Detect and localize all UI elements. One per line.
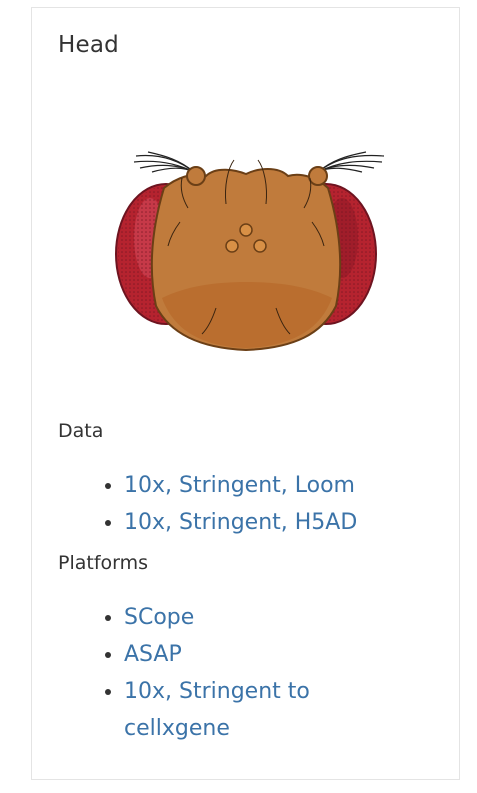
- list-item: 10x, Stringent, Loom: [124, 467, 384, 504]
- list-item: 10x, Stringent, H5AD: [124, 504, 384, 541]
- cellxgene-link[interactable]: 10x, Stringent to cellxgene: [124, 679, 310, 741]
- asap-link[interactable]: ASAP: [124, 642, 182, 667]
- platforms-links-list: SCope ASAP 10x, Stringent to cellxgene: [86, 599, 384, 747]
- list-item: ASAP: [124, 636, 384, 673]
- platforms-section-label: Platforms: [58, 552, 149, 574]
- right-antenna: [308, 166, 328, 186]
- card-title: Head: [58, 32, 119, 58]
- fly-head-illustration: [115, 151, 385, 352]
- ocellus-top: [239, 223, 253, 237]
- left-bristles: [133, 151, 195, 173]
- list-item: SCope: [124, 599, 384, 636]
- left-antenna: [186, 166, 206, 186]
- download-loom-link[interactable]: 10x, Stringent, Loom: [124, 473, 355, 498]
- list-item: 10x, Stringent to cellxgene: [124, 673, 384, 747]
- ocellus-left: [225, 239, 239, 253]
- ocellus-right: [253, 239, 267, 253]
- data-section-label: Data: [58, 420, 104, 442]
- tissue-card: Head Data • 10x, Stringent, Loom • 10x, …: [31, 7, 460, 780]
- data-links-list: 10x, Stringent, Loom 10x, Stringent, H5A…: [86, 467, 384, 541]
- scope-link[interactable]: SCope: [124, 605, 194, 630]
- download-h5ad-link[interactable]: 10x, Stringent, H5AD: [124, 510, 357, 535]
- right-bristles: [317, 151, 385, 173]
